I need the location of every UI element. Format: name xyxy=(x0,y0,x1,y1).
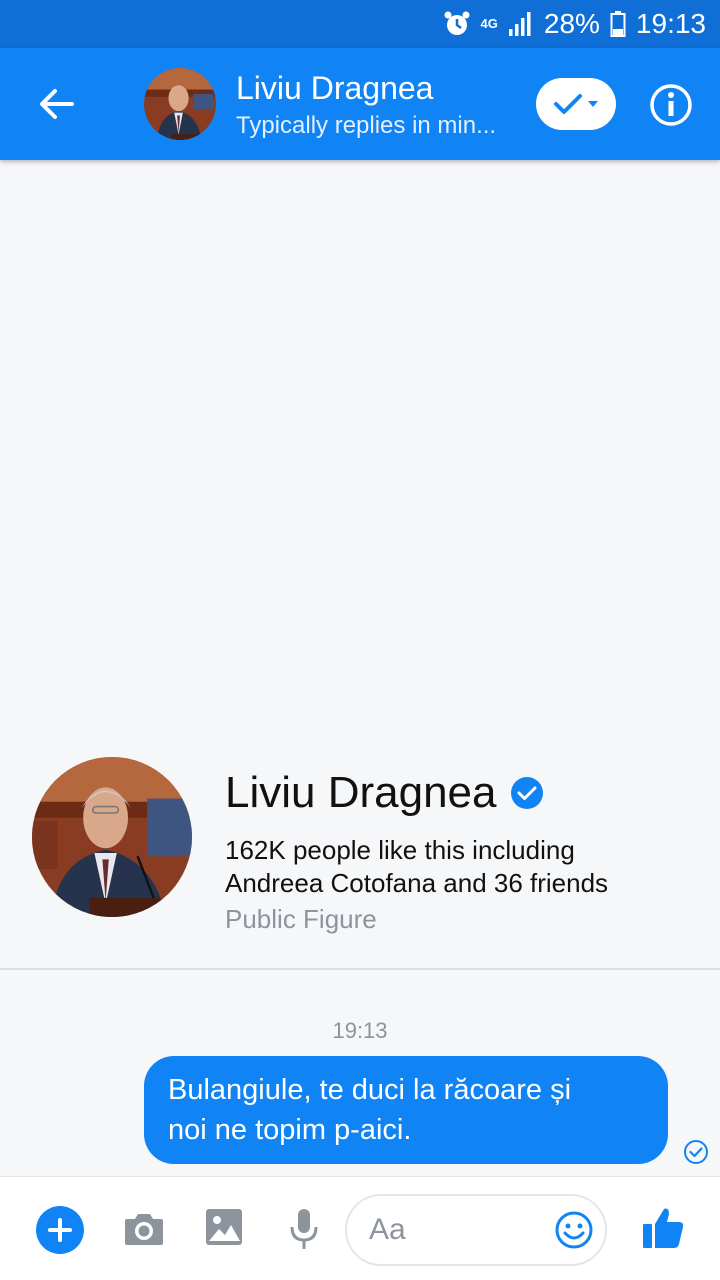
likes-line-2: Andreea Cotofana and 36 friends xyxy=(225,868,609,898)
reply-time-status: Typically replies in min... xyxy=(236,112,497,139)
profile-likes: 162K people like this including Andreea … xyxy=(225,834,685,900)
alarm-icon xyxy=(444,11,470,35)
battery-percent: 28% xyxy=(543,8,600,39)
back-arrow-icon xyxy=(40,89,74,119)
avatar-photo xyxy=(144,68,216,140)
profile-avatar[interactable] xyxy=(32,757,192,917)
plus-icon xyxy=(48,1218,72,1242)
mark-button[interactable] xyxy=(536,78,616,130)
network-label: 4G xyxy=(480,16,498,31)
verified-badge-icon xyxy=(510,777,543,809)
message-line-2: noi ne topim p-aici. xyxy=(168,1114,412,1146)
sent-check-icon xyxy=(683,1139,709,1165)
battery-icon xyxy=(610,11,626,37)
camera-button[interactable] xyxy=(120,1207,168,1251)
conversation-header: Liviu Dragnea Typically replies in min..… xyxy=(0,48,720,160)
more-actions-button[interactable] xyxy=(36,1206,84,1254)
profile-name: Liviu Dragnea xyxy=(225,768,543,818)
contact-avatar[interactable] xyxy=(144,68,216,140)
status-icons: 4G 28% 19:13 xyxy=(443,0,706,48)
thumbs-up-icon xyxy=(643,1208,684,1248)
profile-name-text: Liviu Dragnea xyxy=(225,768,497,817)
message-input[interactable] xyxy=(369,1210,549,1250)
profile-photo xyxy=(32,757,192,917)
gallery-button[interactable] xyxy=(202,1205,246,1249)
camera-icon xyxy=(125,1214,163,1245)
checkmark-icon xyxy=(554,94,582,114)
back-button[interactable] xyxy=(24,78,88,130)
divider xyxy=(0,968,720,970)
likes-line-1: 162K people like this including xyxy=(225,835,575,865)
emoji-icon xyxy=(555,1211,593,1249)
message-line-1: Bulangiule, te duci la răcoare și xyxy=(168,1074,572,1106)
microphone-icon xyxy=(290,1209,318,1249)
signal-icon xyxy=(508,12,531,36)
info-button[interactable] xyxy=(648,82,694,128)
dropdown-caret-icon xyxy=(588,101,598,107)
sent-message-bubble[interactable]: Bulangiule, te duci la răcoare și noi ne… xyxy=(144,1056,668,1164)
status-bar: 4G 28% 19:13 xyxy=(0,0,720,48)
image-icon xyxy=(206,1209,242,1245)
message-composer xyxy=(0,1176,720,1280)
message-timestamp: 19:13 xyxy=(332,1018,388,1043)
profile-category: Public Figure xyxy=(225,904,377,934)
contact-name[interactable]: Liviu Dragnea xyxy=(236,70,433,107)
clock: 19:13 xyxy=(635,8,706,39)
emoji-button[interactable] xyxy=(554,1210,594,1250)
message-input-box[interactable] xyxy=(345,1194,607,1266)
send-like-button[interactable] xyxy=(640,1205,686,1251)
voice-button[interactable] xyxy=(286,1205,322,1253)
info-icon xyxy=(650,84,692,126)
